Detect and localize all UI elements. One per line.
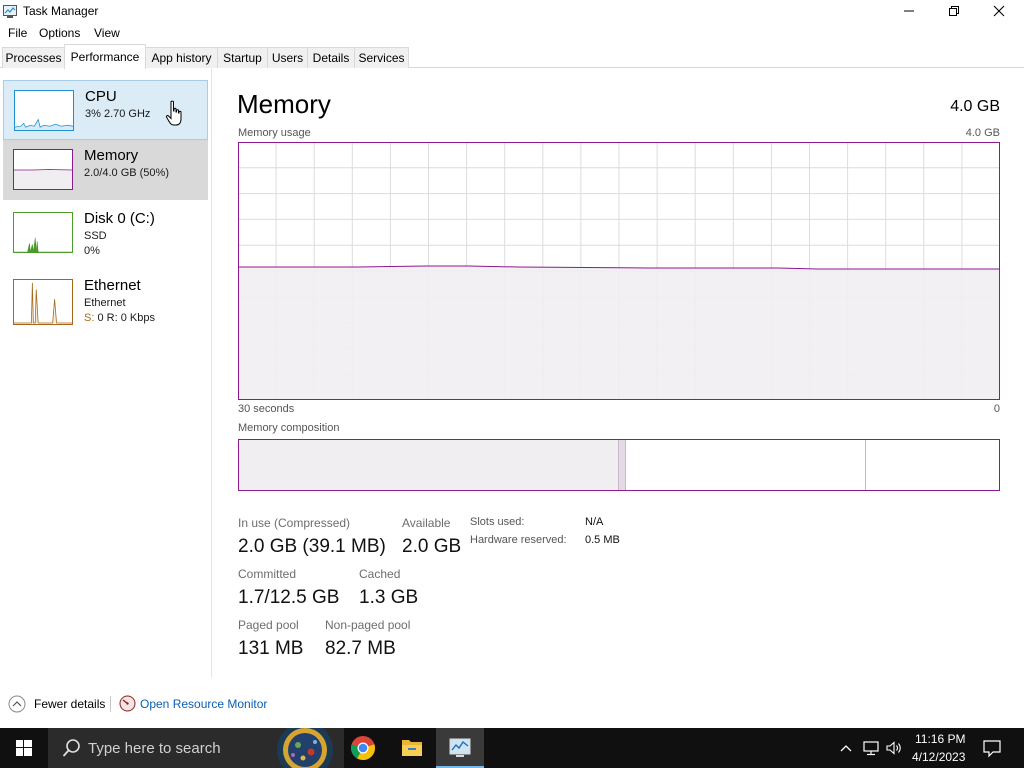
composition-in-use bbox=[239, 440, 619, 490]
hardware-reserved-value: 0.5 MB bbox=[585, 534, 620, 546]
paged-pool-label: Paged pool bbox=[238, 618, 299, 632]
menu-options[interactable]: Options bbox=[39, 26, 80, 40]
memory-usage-graph bbox=[238, 142, 1000, 400]
cpu-thumbnail-graph bbox=[14, 90, 74, 131]
sidebar-ethernet-adapter: Ethernet bbox=[84, 297, 126, 309]
menu-view[interactable]: View bbox=[94, 26, 120, 40]
tab-users[interactable]: Users bbox=[267, 47, 308, 68]
restore-icon bbox=[949, 6, 959, 16]
open-resource-monitor-link[interactable]: Open Resource Monitor bbox=[140, 697, 267, 711]
composition-modified bbox=[619, 440, 626, 490]
fewer-details-button[interactable]: Fewer details bbox=[34, 697, 105, 711]
non-paged-pool-label: Non-paged pool bbox=[325, 618, 411, 632]
sidebar-memory-usage: 2.0/4.0 GB (50%) bbox=[84, 167, 169, 179]
memory-usage-max: 4.0 GB bbox=[965, 127, 1000, 139]
show-hidden-icons-chevron-icon[interactable] bbox=[838, 740, 854, 756]
ethernet-thumbnail-graph bbox=[13, 279, 73, 325]
menu-bar: File Options View bbox=[0, 24, 1024, 44]
minimize-icon bbox=[904, 10, 914, 12]
available-label: Available bbox=[402, 516, 451, 530]
taskbar: Type here to search 11:16 PM 4/12/2023 bbox=[0, 728, 1024, 768]
sidebar-disk-type: SSD bbox=[84, 230, 107, 242]
task-manager-icon bbox=[449, 738, 471, 757]
hardware-reserved-label: Hardware reserved: bbox=[470, 534, 567, 546]
tab-startup[interactable]: Startup bbox=[217, 47, 268, 68]
in-use-label: In use (Compressed) bbox=[238, 516, 351, 530]
cached-label: Cached bbox=[359, 567, 401, 581]
search-highlight-illustration bbox=[253, 728, 344, 768]
title-bar: Task Manager bbox=[0, 0, 1024, 24]
composition-standby bbox=[627, 440, 866, 490]
search-placeholder: Type here to search bbox=[88, 740, 221, 757]
sidebar-memory-title: Memory bbox=[84, 147, 139, 164]
graph-time-span-label: 30 seconds bbox=[238, 403, 295, 415]
taskbar-chrome-button[interactable] bbox=[339, 728, 387, 768]
committed-value: 1.7/12.5 GB bbox=[238, 587, 340, 608]
memory-composition-label: Memory composition bbox=[238, 422, 340, 434]
non-paged-pool-value: 82.7 MB bbox=[325, 638, 396, 659]
tab-app-history[interactable]: App history bbox=[145, 47, 218, 68]
close-icon bbox=[993, 5, 1005, 17]
minimize-button[interactable] bbox=[886, 0, 932, 24]
tab-details[interactable]: Details bbox=[307, 47, 355, 68]
start-button[interactable] bbox=[0, 728, 48, 768]
memory-total: 4.0 GB bbox=[950, 98, 1000, 115]
in-use-value: 2.0 GB (39.1 MB) bbox=[238, 536, 386, 557]
sidebar-disk-title: Disk 0 (C:) bbox=[84, 210, 155, 227]
tab-bar: Processes Performance App history Startu… bbox=[0, 44, 1024, 69]
taskbar-file-explorer-button[interactable] bbox=[388, 728, 436, 768]
tab-processes[interactable]: Processes bbox=[2, 47, 65, 68]
taskbar-clock-time[interactable]: 11:16 PM bbox=[915, 732, 965, 746]
windows-logo-icon bbox=[16, 740, 32, 756]
slots-used-label: Slots used: bbox=[470, 516, 525, 528]
memory-thumbnail-graph bbox=[13, 149, 73, 190]
page-title: Memory bbox=[237, 89, 331, 119]
taskbar-search-box[interactable]: Type here to search bbox=[48, 728, 344, 768]
resource-sidebar: CPU 3% 2.70 GHz Memory 2.0/4.0 GB (50%) … bbox=[0, 68, 212, 678]
window-title: Task Manager bbox=[23, 4, 99, 18]
sidebar-ethernet-title: Ethernet bbox=[84, 277, 141, 294]
chevron-up-circle-icon[interactable] bbox=[8, 695, 26, 713]
sidebar-item-disk[interactable]: Disk 0 (C:) SSD 0% bbox=[3, 203, 208, 263]
sidebar-cpu-title: CPU bbox=[85, 88, 117, 105]
graph-time-zero-label: 0 bbox=[993, 403, 1000, 415]
mouse-cursor-hand-icon bbox=[165, 100, 182, 126]
cached-value: 1.3 GB bbox=[359, 587, 419, 608]
paged-pool-value: 131 MB bbox=[238, 638, 304, 659]
menu-file[interactable]: File bbox=[8, 26, 27, 40]
memory-usage-fill bbox=[238, 266, 1000, 400]
restore-button[interactable] bbox=[931, 0, 977, 24]
composition-free bbox=[866, 440, 999, 490]
search-icon bbox=[62, 739, 80, 757]
sidebar-item-ethernet[interactable]: Ethernet Ethernet S: 0 R: 0 Kbps bbox=[3, 270, 208, 335]
resource-monitor-icon bbox=[119, 695, 136, 712]
action-center-notification-icon[interactable] bbox=[982, 738, 1002, 758]
memory-composition-bar bbox=[238, 439, 1000, 491]
sidebar-ethernet-throughput: S: 0 R: 0 Kbps bbox=[84, 312, 155, 324]
task-manager-app-icon bbox=[3, 5, 17, 18]
footer-bar: Fewer details Open Resource Monitor bbox=[0, 690, 1024, 720]
sidebar-ethernet-throughput-values: 0 R: 0 Kbps bbox=[94, 312, 155, 324]
sidebar-cpu-usage: 3% 2.70 GHz bbox=[85, 108, 151, 120]
disk-thumbnail-graph bbox=[13, 212, 73, 253]
tab-performance[interactable]: Performance bbox=[64, 44, 146, 69]
taskbar-clock-date[interactable]: 4/12/2023 bbox=[912, 750, 965, 764]
slots-used-value: N/A bbox=[585, 516, 604, 528]
sidebar-item-memory[interactable]: Memory 2.0/4.0 GB (50%) bbox=[3, 140, 208, 200]
tab-services[interactable]: Services bbox=[354, 47, 409, 68]
footer-divider bbox=[110, 696, 111, 712]
network-icon[interactable] bbox=[862, 740, 880, 756]
memory-usage-label: Memory usage bbox=[238, 127, 311, 139]
chrome-icon bbox=[351, 736, 375, 760]
taskbar-task-manager-button[interactable] bbox=[436, 728, 484, 768]
sidebar-disk-usage: 0% bbox=[84, 245, 100, 257]
available-value: 2.0 GB bbox=[402, 536, 462, 557]
file-explorer-icon bbox=[402, 740, 422, 756]
committed-label: Committed bbox=[238, 567, 297, 581]
volume-icon[interactable] bbox=[885, 740, 903, 756]
close-button[interactable] bbox=[976, 0, 1022, 24]
sidebar-ethernet-send-prefix: S: bbox=[84, 312, 95, 324]
